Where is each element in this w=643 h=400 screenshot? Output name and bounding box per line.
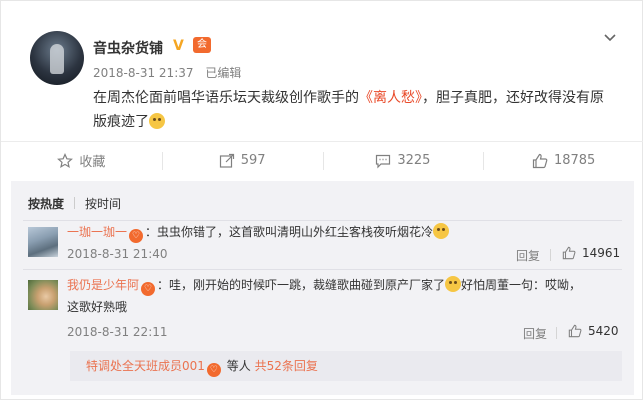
edited-label[interactable]: 已编辑 <box>205 66 241 80</box>
reply-button[interactable]: 回复 <box>516 247 540 264</box>
verified-v-icon: V <box>173 38 184 54</box>
comment-like-button[interactable]: 14961 <box>562 246 620 260</box>
comment-text: 我仍是少年阿 ♡ ：哇，刚开始的时候吓一跳，裁缝歌曲碰到原产厂家了 好怕周董一句：哎呦… <box>67 276 627 296</box>
cat-emoji-icon <box>433 223 450 239</box>
thumbs-up-icon <box>532 153 548 168</box>
comment-like-button[interactable]: 5420 <box>568 324 619 338</box>
comment-username[interactable]: 我仍是少年阿 <box>67 278 139 292</box>
comment-like-count: 5420 <box>588 324 619 338</box>
comment-icon <box>376 154 391 168</box>
vip-badge-icon: ♡ <box>206 363 221 377</box>
share-icon <box>219 153 234 168</box>
comment-like-count: 14961 <box>582 246 621 260</box>
post-text: 在周杰伦面前唱华语乐坛天裁级创作歌手的《离人愁》，胆子真肥，还好改得没有原版痕迹… <box>93 86 613 134</box>
comment-button[interactable]: 3225 <box>322 142 484 179</box>
comment-count: 3225 <box>397 153 431 168</box>
comment-avatar[interactable] <box>28 280 58 310</box>
post-username[interactable]: 音虫杂货铺 <box>93 38 163 58</box>
sub-reply-count-link[interactable]: 共52条回复 <box>255 359 318 373</box>
comment-body: ：虫虫你错了，这首歌叫清明山外红尘客栈夜听烟花冷 <box>145 225 434 239</box>
post-time[interactable]: 2018-8-31 21:37 <box>93 66 194 80</box>
favorite-label: 收藏 <box>79 155 106 170</box>
comment-text: 一珈一珈一 ♡ ：虫虫你错了，这首歌叫清明山外红尘客栈夜听烟花冷 <box>67 223 450 243</box>
favorite-button[interactable]: 收藏 <box>1 142 162 179</box>
sort-by-hot-tab[interactable]: 按热度 <box>28 197 64 211</box>
laughing-emoji-icon <box>445 276 462 292</box>
comment-text-line2: 这歌好熟哦 <box>67 300 128 314</box>
divider <box>23 269 622 270</box>
thumbs-up-icon <box>562 246 576 260</box>
sort-by-time-tab[interactable]: 按时间 <box>85 197 121 211</box>
vip-badge-icon: ♡ <box>129 229 144 243</box>
share-button[interactable]: 597 <box>161 142 323 179</box>
cat-emoji-icon <box>149 113 165 129</box>
post-text-before: 在周杰伦面前唱华语乐坛天裁级创作歌手的 <box>93 90 359 106</box>
comment-avatar[interactable] <box>28 227 58 257</box>
share-count: 597 <box>240 153 266 168</box>
sub-reply-username[interactable]: 特调处全天班成员001 <box>86 359 205 373</box>
comments-panel: 按热度 按时间 一珈一珈一 ♡ ：虫虫你错了，这首歌叫清明山外红尘客栈夜听烟花冷 20… <box>11 181 634 395</box>
vip-badge-icon: ♡ <box>141 282 156 296</box>
reply-button[interactable]: 回复 <box>523 325 547 342</box>
sub-reply-middle: 等人 <box>226 359 251 373</box>
weibo-post-card: 音虫杂货铺 V 会 2018-8-31 21:37 已编辑 在周杰伦面前唱华语乐… <box>0 0 643 400</box>
star-icon <box>57 152 74 168</box>
sub-reply-summary[interactable]: 特调处全天班成员001 ♡ 等人 共52条回复 <box>70 351 622 381</box>
comment-body: ：哇，刚开始的时候吓一跳，裁缝歌曲碰到原产厂家了 <box>157 278 446 292</box>
thumbs-up-icon <box>568 324 582 338</box>
divider <box>23 220 622 221</box>
comment-sort-tabs: 按热度 按时间 <box>28 195 121 212</box>
comment-body-continued: 好怕周董一句：哎呦， <box>461 278 582 292</box>
comment-time: 2018-8-31 22:11 <box>67 325 168 339</box>
action-bar: 收藏 597 3225 18785 <box>1 141 643 179</box>
song-title-link[interactable]: 《离人愁》 <box>359 90 422 106</box>
member-badge-icon: 会 <box>193 37 211 53</box>
avatar[interactable] <box>30 31 84 85</box>
post-meta: 2018-8-31 21:37 已编辑 <box>93 64 249 81</box>
comment-username[interactable]: 一珈一珈一 <box>67 225 127 239</box>
chevron-down-icon[interactable] <box>601 29 619 47</box>
like-button[interactable]: 18785 <box>483 142 643 179</box>
like-count: 18785 <box>553 153 596 168</box>
comment-time: 2018-8-31 21:40 <box>67 247 168 261</box>
